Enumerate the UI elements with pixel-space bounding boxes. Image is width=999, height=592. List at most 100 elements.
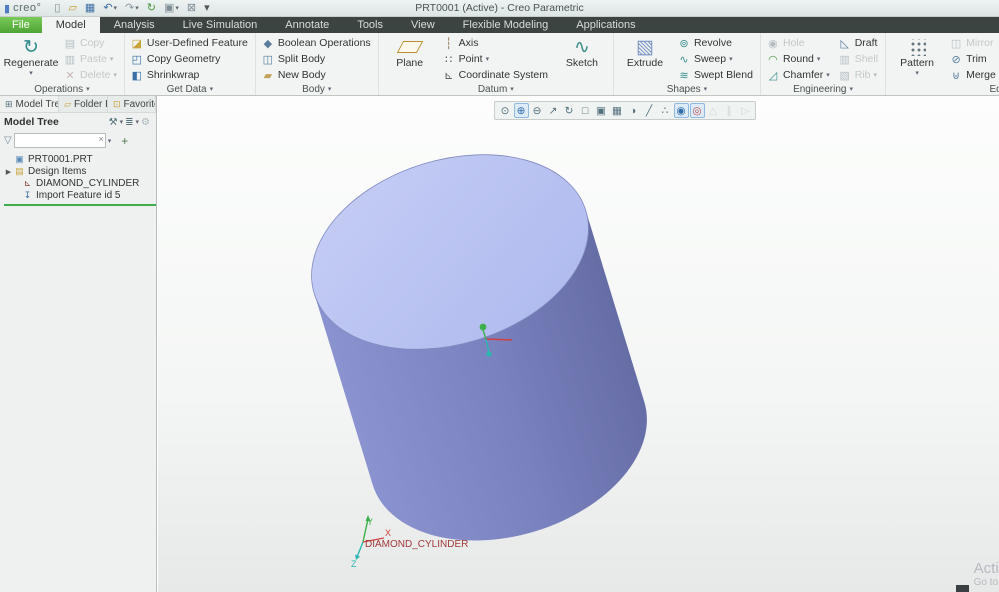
- split-body-button[interactable]: ◫ Split Body: [259, 51, 375, 67]
- panel-tab-favorites[interactable]: ⊡Favorite: [108, 96, 156, 112]
- search-options-caret[interactable]: ▾: [108, 137, 112, 145]
- pattern-button[interactable]: Pattern ▾: [889, 35, 945, 83]
- dropdown-caret-icon: ▾: [113, 5, 118, 12]
- new-file-button[interactable]: ▯: [51, 1, 63, 15]
- graphics-area[interactable]: Y Z X DIAMOND_CYLINDER ⊙ ⊕ ⊖ ↗ ↻ □ ▣ ▦ ◑ ╱ ∴ ◉ ◎ △ ∥ ▷ …: [158, 96, 999, 592]
- model-tree-title: Model Tree: [4, 116, 59, 128]
- cylinder-model[interactable]: [287, 123, 671, 573]
- coordinate-system-button[interactable]: ⊾ Coordinate System: [440, 67, 552, 83]
- regenerate-quick-button[interactable]: ↻: [144, 1, 159, 15]
- delete-button[interactable]: ✕ Delete ▾: [61, 67, 121, 83]
- axis-button[interactable]: ┆ Axis: [440, 35, 552, 51]
- repaint-button[interactable]: ↻: [562, 103, 577, 118]
- group-label-datum[interactable]: Datum ▾: [382, 83, 610, 95]
- group-label-engineering[interactable]: Engineering ▾: [764, 83, 882, 95]
- customize-quick-access-button[interactable]: ▾: [201, 1, 213, 15]
- mirror-button[interactable]: ◫ Mirror: [947, 35, 999, 51]
- merge-button[interactable]: ⊎ Merge: [947, 67, 999, 83]
- clear-search-icon[interactable]: ×: [98, 134, 103, 144]
- copy-geometry-button[interactable]: ◰ Copy Geometry: [128, 51, 252, 67]
- ribbon: ↻ Regenerate ▾ ▤ Copy ▥ Paste ▾ ✕ Delete ▾ Operatio…: [0, 33, 999, 96]
- tab-model[interactable]: Model: [41, 17, 100, 33]
- extrude-button[interactable]: ▧ Extrude: [617, 35, 673, 83]
- tree-item-design-items[interactable]: ▶ ▤ Design Items: [4, 166, 156, 177]
- trim-icon: ⊘: [951, 53, 961, 66]
- tab-analysis[interactable]: Analysis: [100, 17, 169, 33]
- tab-view[interactable]: View: [397, 17, 449, 33]
- tree-search-input[interactable]: [13, 133, 106, 148]
- group-label-get-data[interactable]: Get Data ▾: [128, 83, 252, 95]
- close-window-button[interactable]: ⊠: [184, 1, 199, 15]
- panel-tab-folder-browser[interactable]: ▱Folder B: [59, 96, 108, 112]
- tab-file[interactable]: File: [0, 17, 42, 33]
- tab-live-simulation[interactable]: Live Simulation: [169, 17, 272, 33]
- chamfer-button[interactable]: ◿ Chamfer ▾: [764, 67, 834, 83]
- swept-blend-button[interactable]: ≋ Swept Blend: [675, 67, 757, 83]
- creo-logo-icon: ▮: [4, 2, 11, 15]
- shell-button[interactable]: ▥ Shell: [836, 51, 882, 67]
- add-filter-button[interactable]: +: [121, 134, 128, 148]
- group-label-shapes[interactable]: Shapes ▾: [617, 83, 757, 95]
- round-button[interactable]: ◠ Round ▾: [764, 51, 834, 67]
- filter-icon[interactable]: ▽: [4, 135, 12, 146]
- copy-button[interactable]: ▤ Copy: [61, 35, 121, 51]
- annotation-display-button[interactable]: ∴: [658, 103, 673, 118]
- redo-button[interactable]: ↷ ▾: [122, 1, 142, 15]
- user-defined-feature-button[interactable]: ◪ User-Defined Feature: [128, 35, 252, 51]
- tab-tools[interactable]: Tools: [343, 17, 397, 33]
- draft-button[interactable]: ◺ Draft: [836, 35, 882, 51]
- tab-applications[interactable]: Applications: [562, 17, 649, 33]
- group-label-body[interactable]: Body ▾: [259, 83, 375, 95]
- paste-button[interactable]: ▥ Paste ▾: [61, 51, 121, 67]
- panel-tab-model-tree[interactable]: ⊞Model Tree: [0, 96, 60, 112]
- render-appearance-button[interactable]: ◑: [626, 103, 641, 118]
- saved-orientations-button[interactable]: ▣: [594, 103, 609, 118]
- open-file-button[interactable]: ▱: [65, 1, 79, 15]
- ribbon-tab-bar: File Model Analysis Live Simulation Annotate…: [0, 17, 999, 33]
- zoom-in-button[interactable]: ⊕: [513, 103, 529, 118]
- point-button[interactable]: ∷ Point ▾: [440, 51, 552, 67]
- window-switch-button[interactable]: ▣ ▾: [161, 1, 182, 15]
- view-manager-button[interactable]: ▦: [610, 103, 625, 118]
- regenerate-button[interactable]: ↻ Regenerate ▾: [3, 35, 59, 83]
- revolve-button[interactable]: ⊚ Revolve: [675, 35, 757, 51]
- refit-button[interactable]: ↗: [546, 103, 561, 118]
- tree-item-import-feature[interactable]: ↧ Import Feature id 5: [4, 190, 156, 201]
- ribbon-group-body: ◆ Boolean Operations ◫ Split Body ▰ New Body B…: [256, 33, 379, 95]
- dragger-button[interactable]: ◎: [689, 103, 705, 118]
- chamfer-icon: ◿: [768, 69, 778, 82]
- zoom-region-button[interactable]: ⊙: [498, 103, 513, 118]
- tab-annotate[interactable]: Annotate: [271, 17, 343, 33]
- regenerate-icon: ↻: [23, 36, 39, 58]
- group-label-operations[interactable]: Operations ▾: [3, 83, 121, 95]
- tree-show-button[interactable]: ≣: [123, 117, 135, 128]
- zoom-out-button[interactable]: ⊖: [530, 103, 545, 118]
- boolean-operations-button[interactable]: ◆ Boolean Operations: [259, 35, 375, 51]
- coordinate-system-icon: ⊾: [444, 69, 454, 82]
- sweep-button[interactable]: ∿ Sweep ▾: [675, 51, 757, 67]
- sketch-button[interactable]: ∿ Sketch: [554, 35, 610, 83]
- model-view[interactable]: Y Z X DIAMOND_CYLINDER: [158, 96, 999, 592]
- hole-button[interactable]: ◉ Hole: [764, 35, 834, 51]
- tree-tools-button[interactable]: ⚒: [107, 117, 120, 128]
- save-button[interactable]: ▦: [82, 1, 98, 15]
- tab-flexible-modeling[interactable]: Flexible Modeling: [449, 17, 563, 33]
- tree-item-csys[interactable]: ⊾ DIAMOND_CYLINDER: [4, 178, 156, 189]
- merge-icon: ⊎: [952, 69, 961, 82]
- rib-button[interactable]: ▧ Rib ▾: [836, 67, 882, 83]
- group-label-editing[interactable]: Editing▾: [889, 83, 999, 95]
- shrinkwrap-button[interactable]: ◧ Shrinkwrap: [128, 67, 252, 83]
- close-window-icon: ⊠: [186, 1, 197, 14]
- group-caret-icon: ▾: [510, 86, 514, 93]
- tree-item-part[interactable]: ▣ PRT0001.PRT: [4, 154, 156, 165]
- undo-button[interactable]: ↶ ▾: [100, 1, 120, 15]
- datum-display-button[interactable]: ╱: [642, 103, 657, 118]
- plane-button[interactable]: Plane: [382, 35, 438, 83]
- expander-icon[interactable]: ▶: [4, 168, 13, 176]
- new-body-button[interactable]: ▰ New Body: [259, 67, 375, 83]
- ribbon-group-get-data: ◪ User-Defined Feature ◰ Copy Geometry ◧ Shri…: [125, 33, 256, 95]
- display-style-button[interactable]: □: [578, 103, 593, 118]
- spin-center-button[interactable]: ◉: [673, 103, 689, 118]
- trim-button[interactable]: ⊘ Trim: [947, 51, 999, 67]
- pattern-grid-icon: [908, 38, 926, 56]
